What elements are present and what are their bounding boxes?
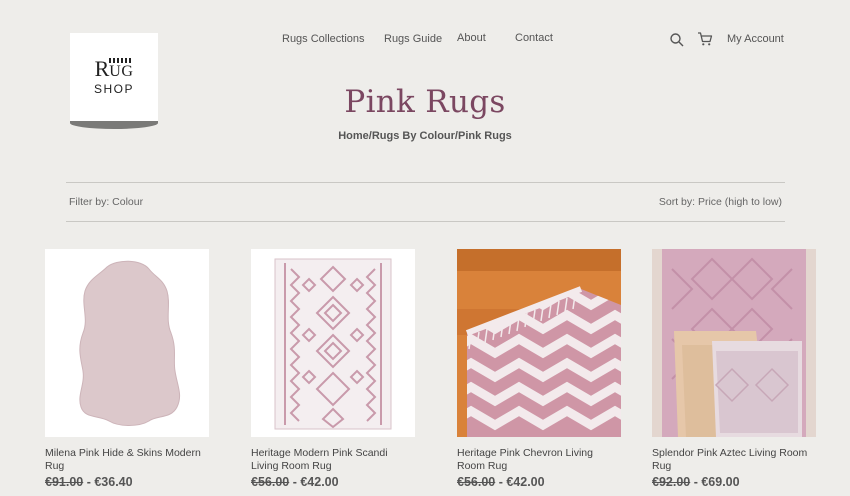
aztec-rug-image	[652, 249, 816, 437]
sale-price: €36.40	[94, 475, 133, 489]
search-icon[interactable]	[669, 32, 685, 48]
hide-rug-image	[79, 260, 181, 426]
logo-wordmark: R UG	[95, 58, 134, 80]
product-image[interactable]	[251, 249, 415, 437]
logo-letter-r: R	[94, 56, 110, 81]
price-separator: -	[690, 475, 702, 489]
old-price: €91.00	[45, 475, 84, 489]
price-separator: -	[83, 475, 95, 489]
nav-about[interactable]: About	[457, 32, 486, 44]
product-price: €56.00 - €42.00	[457, 475, 621, 489]
product-image[interactable]	[652, 249, 816, 437]
old-price: €56.00	[457, 475, 496, 489]
logo-ug: UG	[109, 58, 134, 80]
sale-price: €42.00	[506, 475, 545, 489]
my-account-link[interactable]: My Account	[727, 33, 784, 45]
product-image[interactable]	[457, 249, 621, 437]
nav-contact[interactable]: Contact	[515, 32, 553, 44]
price-separator: -	[289, 475, 301, 489]
breadcrumb[interactable]: Home/Rugs By Colour/Pink Rugs	[0, 130, 850, 142]
sort-dropdown[interactable]: Sort by: Price (high to low)	[659, 196, 782, 208]
page-title: Pink Rugs	[344, 84, 506, 120]
price-separator: -	[495, 475, 507, 489]
sale-price: €42.00	[300, 475, 339, 489]
logo-ug-text: UG	[109, 63, 134, 80]
nav-rugs-guide[interactable]: Rugs Guide	[384, 33, 442, 45]
product-price: €91.00 - €36.40	[45, 475, 209, 489]
product-card[interactable]: Milena Pink Hide & Skins Modern Rug €91.…	[45, 249, 209, 489]
nav-rugs-collections[interactable]: Rugs Collections	[282, 33, 365, 45]
divider-bottom	[66, 221, 785, 222]
old-price: €92.00	[652, 475, 691, 489]
chevron-rug-image	[457, 249, 621, 437]
product-price: €92.00 - €69.00	[652, 475, 816, 489]
product-name[interactable]: Splendor Pink Aztec Living Room Rug	[652, 447, 816, 473]
old-price: €56.00	[251, 475, 290, 489]
product-card[interactable]: Heritage Pink Chevron Living Room Rug €5…	[457, 249, 621, 489]
scandi-rug-image	[274, 258, 392, 430]
sale-price: €69.00	[701, 475, 740, 489]
product-price: €56.00 - €42.00	[251, 475, 415, 489]
product-name[interactable]: Heritage Pink Chevron Living Room Rug	[457, 447, 621, 473]
product-card[interactable]: Heritage Modern Pink Scandi Living Room …	[251, 249, 415, 489]
product-name[interactable]: Milena Pink Hide & Skins Modern Rug	[45, 447, 209, 473]
product-image[interactable]	[45, 249, 209, 437]
cart-icon[interactable]	[697, 31, 713, 47]
product-name[interactable]: Heritage Modern Pink Scandi Living Room …	[251, 447, 415, 473]
product-card[interactable]: Splendor Pink Aztec Living Room Rug €92.…	[652, 249, 816, 489]
divider-top	[66, 182, 785, 183]
filter-button[interactable]: Filter by: Colour	[69, 196, 143, 208]
